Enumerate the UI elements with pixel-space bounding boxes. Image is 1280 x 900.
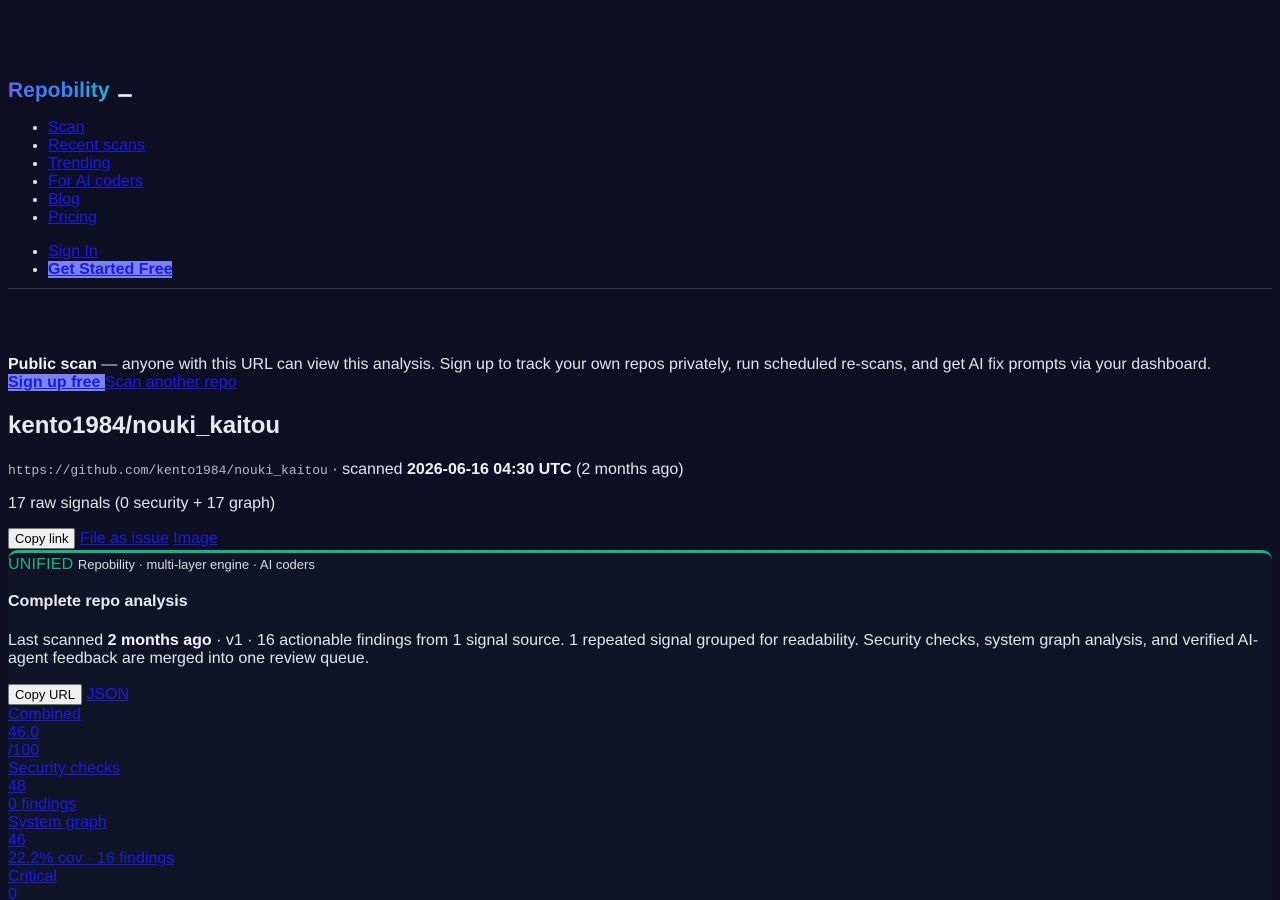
header-divider: [8, 288, 1272, 289]
metric-security-label[interactable]: Security checks: [8, 760, 174, 778]
nav-link-scan[interactable]: Scan: [48, 119, 84, 136]
nav-item-trending: Trending: [48, 155, 145, 173]
sign-up-free-link[interactable]: Sign up free: [8, 374, 105, 391]
metric-security-value[interactable]: 48: [8, 778, 174, 796]
repo-title: kento1984/nouki_kaitou: [8, 412, 281, 439]
nav-link-trending[interactable]: Trending: [48, 155, 111, 172]
public-scan-notice: Public scan — anyone with this URL can v…: [8, 356, 1272, 374]
auth-item-get-started: Get Started Free: [48, 261, 173, 279]
auth-item-sign-in: Sign In: [48, 243, 172, 261]
copy-url-button[interactable]: Copy URL: [8, 684, 82, 705]
engine-label: Repobility · multi-layer engine · AI cod…: [77, 557, 315, 572]
repo-url: https://github.com/kento1984/nouki_kaito…: [8, 463, 328, 478]
card-actions: Copy URL JSON: [8, 684, 129, 705]
brand-logo[interactable]: Repobility: [8, 79, 110, 102]
json-link[interactable]: JSON: [86, 686, 129, 703]
scanned-prefix: · scanned: [327, 461, 408, 478]
metric-combined-value[interactable]: 46.0: [8, 724, 174, 742]
notice-actions: Sign up free Scan another repo: [8, 374, 237, 392]
scanned-timestamp: 2026-06-16 04:30 UTC: [407, 461, 572, 478]
file-as-issue-link[interactable]: File as issue: [80, 530, 169, 547]
metric-graph-value[interactable]: 46: [8, 832, 174, 850]
scanned-ago: (2 months ago): [571, 461, 684, 478]
metric-combined-sub[interactable]: /100: [8, 742, 174, 760]
nav-item-blog: Blog: [48, 191, 145, 209]
metric-graph-sub[interactable]: 22.2% cov · 16 findings: [8, 850, 174, 868]
nav-link-ai-coders[interactable]: For AI coders: [48, 173, 143, 190]
public-scan-label: Public scan: [8, 356, 97, 373]
scan-another-repo-link[interactable]: Scan another repo: [105, 374, 237, 391]
summary-last-scanned: 2 months ago: [107, 632, 212, 649]
summary-prefix: Last scanned: [8, 632, 108, 649]
metric-critical-label[interactable]: Critical: [8, 868, 174, 886]
card-summary: Last scanned 2 months ago · v1 · 16 acti…: [8, 632, 1270, 668]
metric-graph-label[interactable]: System graph: [8, 814, 174, 832]
header-brand-row: Repobility: [8, 78, 132, 104]
main-nav: Scan Recent scans Trending For AI coders…: [8, 119, 145, 227]
card-heading: Complete repo analysis: [8, 593, 188, 610]
nav-link-recent-scans[interactable]: Recent scans: [48, 137, 145, 154]
nav-item-ai-coders: For AI coders: [48, 173, 145, 191]
nav-item-pricing: Pricing: [48, 209, 145, 227]
repo-meta: https://github.com/kento1984/nouki_kaito…: [8, 460, 684, 481]
card-badge-row: UNIFIED Repobility · multi-layer engine …: [8, 556, 315, 574]
menu-toggle-button[interactable]: [117, 94, 132, 97]
metric-combined-label[interactable]: Combined: [8, 706, 174, 724]
sign-in-link[interactable]: Sign In: [48, 243, 98, 260]
unified-analysis-card: UNIFIED Repobility · multi-layer engine …: [8, 550, 1272, 900]
image-link[interactable]: Image: [173, 530, 217, 547]
copy-link-button[interactable]: Copy link: [8, 528, 76, 549]
metric-security-sub[interactable]: 0 findings: [8, 796, 174, 814]
metrics-list: Combined 46.0 /100 Security checks 48 0 …: [8, 706, 174, 900]
public-scan-text: — anyone with this URL can view this ana…: [96, 356, 1212, 373]
nav-link-blog[interactable]: Blog: [48, 191, 80, 208]
nav-link-pricing[interactable]: Pricing: [48, 209, 97, 226]
nav-item-scan: Scan: [48, 119, 145, 137]
get-started-button[interactable]: Get Started Free: [48, 261, 173, 278]
auth-nav: Sign In Get Started Free: [8, 243, 173, 279]
unified-badge: UNIFIED: [8, 556, 74, 573]
nav-item-recent-scans: Recent scans: [48, 137, 145, 155]
repo-actions: Copy link File as issue Image: [8, 528, 218, 549]
metric-critical-value[interactable]: 0: [8, 886, 174, 900]
raw-signals-count: 17 raw signals (0 security + 17 graph): [8, 495, 276, 512]
